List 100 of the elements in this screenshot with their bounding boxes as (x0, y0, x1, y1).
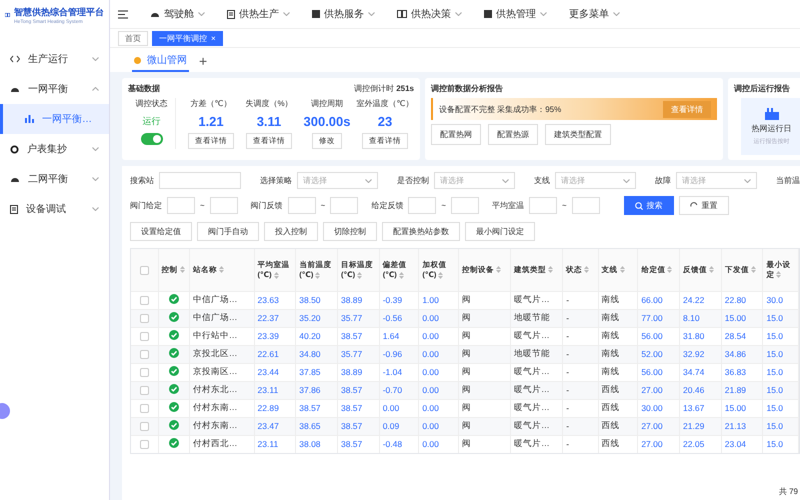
sort-icon[interactable] (180, 266, 185, 274)
card-title: 调控前数据分析报告 (431, 83, 504, 94)
table-cell: 38.65 (296, 417, 338, 435)
action-button[interactable]: 投入控制 (264, 222, 318, 241)
range-separator: ~ (320, 201, 326, 210)
table-cell: 暖气片… (510, 381, 563, 399)
sidebar-item[interactable]: 一网平衡 (0, 74, 109, 104)
caret-icon (365, 178, 372, 182)
table-cell: 0.09 (379, 417, 419, 435)
top-menu-item[interactable]: 供热服务 (312, 7, 375, 21)
sort-icon[interactable] (398, 272, 404, 279)
network-tab[interactable]: 微山管网 (132, 50, 189, 72)
sort-icon[interactable] (218, 266, 224, 274)
table-cell: 15.0 (762, 381, 798, 399)
sort-icon[interactable] (776, 271, 782, 278)
sidebar-item[interactable]: 设备调试 (0, 194, 109, 224)
bar-chart-icon (25, 115, 34, 123)
row-checkbox[interactable] (140, 350, 149, 360)
sort-icon[interactable] (274, 272, 279, 279)
table-cell: 0.00 (418, 363, 458, 381)
caret-icon (540, 12, 547, 16)
document-icon (10, 204, 18, 214)
table-cell: 15.0 (762, 399, 798, 417)
table-cell: 0.00 (418, 399, 458, 417)
config-button[interactable]: 建筑类型配置 (545, 124, 611, 145)
search-button[interactable]: 搜索 (624, 196, 674, 215)
sort-icon[interactable] (438, 272, 444, 279)
sort-icon[interactable] (750, 266, 756, 274)
top-menu-item[interactable]: 更多菜单 (569, 7, 620, 21)
row-checkbox[interactable] (140, 296, 149, 306)
range-min-field[interactable] (167, 197, 195, 214)
top-menu-item[interactable]: 供热决策 (397, 7, 462, 21)
table-cell: 阀 (458, 345, 511, 363)
row-checkbox[interactable] (140, 332, 149, 342)
reset-button[interactable]: 重置 (678, 196, 729, 215)
sort-icon[interactable] (584, 266, 590, 274)
page-tab[interactable]: 一网平衡调控 × (152, 30, 223, 46)
table-cell: 0.00 (418, 417, 458, 435)
sort-icon[interactable] (315, 272, 320, 279)
sort-icon[interactable] (667, 266, 672, 274)
table-cell: 阀 (458, 309, 511, 327)
row-checkbox[interactable] (140, 404, 149, 414)
top-menu-item[interactable]: 驾驶舱 (150, 7, 205, 21)
table-cell: 38.57 (296, 399, 338, 417)
row-checkbox[interactable] (140, 386, 149, 396)
report-label: 热网运行日 (752, 122, 792, 134)
action-button[interactable]: 配置换热站参数 (382, 222, 460, 241)
sidebar-subitem[interactable]: 一网平衡… (0, 104, 109, 134)
sidebar-item[interactable]: 户表集抄 (0, 134, 109, 164)
action-button[interactable]: 切除控制 (323, 222, 377, 241)
close-icon[interactable]: × (211, 34, 216, 42)
table-cell: 38.57 (337, 435, 380, 453)
top-menu-item[interactable]: 供热管理 (484, 7, 547, 21)
range-min-field[interactable] (529, 197, 558, 214)
table-cell: 23.11 (254, 435, 296, 453)
range-max-field[interactable] (572, 197, 600, 214)
table-cell: - (562, 309, 598, 327)
stat-label: 失调度（%） (245, 98, 293, 109)
row-checkbox[interactable] (140, 368, 149, 378)
table-cell: 地暖节能 (510, 345, 563, 363)
action-button[interactable]: 设置给定值 (130, 222, 192, 241)
select-all-checkbox[interactable] (140, 266, 149, 274)
range-max-field[interactable] (210, 197, 238, 214)
card-title: 基础数据 (128, 83, 160, 94)
row-checkbox[interactable] (140, 314, 149, 324)
top-menu-item[interactable]: 供热生产 (227, 7, 290, 21)
search-field[interactable] (159, 172, 241, 189)
sidebar-item[interactable]: 二网平衡 (0, 164, 109, 194)
action-button[interactable]: 阀门手自动 (197, 222, 259, 241)
sort-icon[interactable] (357, 272, 362, 279)
range-max-field[interactable] (330, 197, 358, 214)
table-cell: 付村东北… (189, 381, 254, 399)
sidebar-item[interactable]: 生产运行 (0, 44, 109, 74)
table-cell: 52.00 (638, 345, 680, 363)
table-cell: 阀 (458, 327, 511, 345)
toggle-switch[interactable] (140, 133, 162, 145)
range-max-field[interactable] (451, 197, 480, 214)
stat-label: 调控周期 (311, 98, 343, 109)
config-button[interactable]: 配置热源 (488, 124, 538, 145)
range-min-field[interactable] (288, 197, 316, 214)
sort-icon[interactable] (620, 266, 625, 274)
table-cell: 0.00 (418, 309, 458, 327)
table-cell: -0.56 (379, 309, 419, 327)
menu-icon[interactable] (118, 10, 128, 18)
sort-icon[interactable] (548, 266, 554, 274)
status-value: 运行 (142, 114, 160, 128)
sort-icon[interactable] (496, 266, 501, 274)
action-button[interactable]: 最小阀门设定 (465, 222, 535, 241)
sort-icon[interactable] (709, 266, 714, 274)
row-checkbox[interactable] (140, 440, 149, 450)
caret-icon (92, 57, 99, 61)
config-button[interactable]: 配置热网 (431, 124, 481, 145)
table-cell: 中行站中… (189, 327, 254, 345)
row-checkbox[interactable] (140, 422, 149, 432)
table-cell: 22.80 (721, 291, 763, 309)
table-cell: 24.22 (680, 291, 722, 309)
range-min-field[interactable] (408, 197, 436, 214)
table-cell: - (562, 345, 598, 363)
add-tab-button[interactable]: + (197, 50, 210, 72)
page-tab[interactable]: 首页 (118, 30, 148, 46)
